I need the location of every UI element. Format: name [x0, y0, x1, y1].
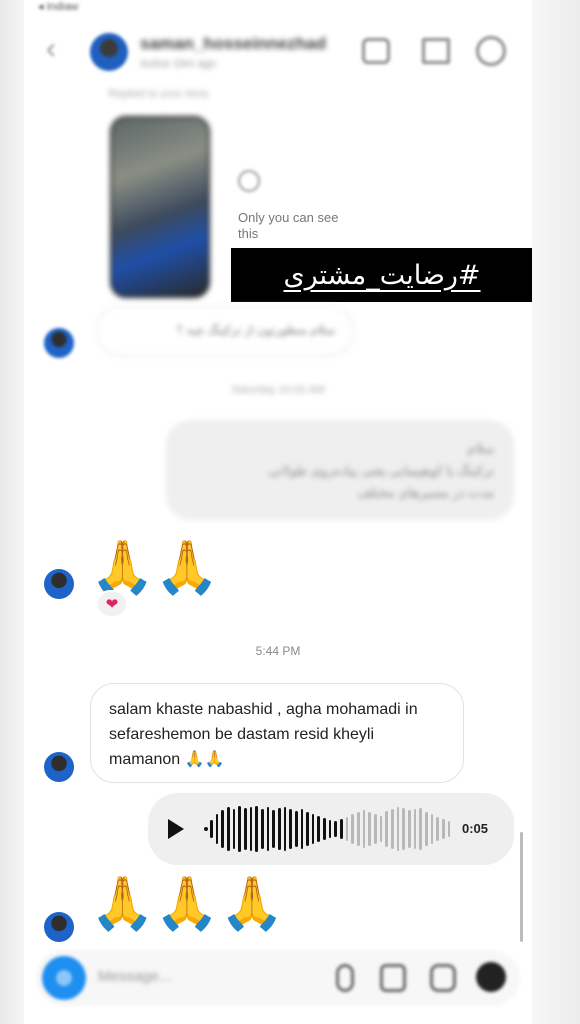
header-username[interactable]: saman_hosseinnezhad	[140, 34, 326, 54]
waveform-bar	[294, 811, 298, 847]
waveform[interactable]	[210, 803, 451, 855]
play-icon[interactable]	[168, 819, 184, 839]
waveform-bar	[226, 807, 230, 851]
waveform-bar	[232, 809, 236, 849]
mic-icon[interactable]	[336, 964, 354, 992]
voice-duration: 0:05	[462, 821, 489, 836]
story-reply-label: Replied to your story	[108, 88, 209, 100]
only-you-text: Only you can see this	[238, 210, 339, 241]
waveform-bar	[266, 807, 270, 851]
dm-thread-screen: ◂ Indiaw ‹ saman_hosseinnezhad Active 16…	[24, 0, 532, 1024]
hashtag-banner: #رضایت_مشتری	[231, 248, 532, 302]
message-line: ترکینگ یا کوهپیمایی یعنی پیاده‌روی طولان…	[267, 463, 494, 478]
waveform-bar	[289, 809, 292, 849]
waveform-bar	[368, 812, 372, 846]
avatar[interactable]	[44, 912, 74, 942]
waveform-bar	[430, 814, 434, 844]
avatar[interactable]	[44, 328, 74, 358]
waveform-bar	[306, 812, 309, 846]
waveform-bar	[379, 816, 383, 842]
waveform-bar	[351, 814, 355, 844]
camera-icon[interactable]	[42, 956, 86, 1000]
right-backdrop	[532, 0, 580, 1024]
message-bubble-incoming[interactable]: سلام منظورتون از ترکینگ چیه ؟	[96, 306, 354, 356]
waveform-bar	[260, 809, 264, 849]
header-avatar[interactable]	[90, 33, 128, 71]
waveform-bar	[441, 819, 445, 839]
message-line: سلام	[467, 441, 494, 456]
waveform-bar	[283, 807, 287, 851]
avatar[interactable]	[44, 569, 74, 599]
waveform-bar	[413, 809, 417, 849]
left-backdrop	[0, 0, 24, 1024]
praying-hands-message[interactable]: 🙏🙏	[90, 540, 220, 596]
waveform-bar	[328, 820, 332, 838]
waveform-bar	[255, 806, 258, 852]
waveform-bar	[374, 814, 377, 844]
waveform-bar	[317, 816, 321, 842]
praying-hands-message[interactable]: 🙏🙏🙏	[90, 876, 284, 932]
scrollbar[interactable]	[520, 832, 523, 942]
chevron-left-icon[interactable]: ‹	[46, 34, 56, 64]
info-icon[interactable]	[476, 36, 506, 66]
waveform-bar	[272, 810, 275, 848]
waveform-bar	[345, 817, 349, 841]
waveform-bar	[396, 807, 400, 851]
waveform-bar	[323, 818, 326, 840]
message-line: مدت در مسیرهای مختلف	[357, 485, 494, 500]
waveform-bar	[391, 809, 394, 849]
waveform-bar	[357, 812, 360, 846]
waveform-bar	[447, 821, 451, 837]
waveform-bar	[340, 819, 343, 839]
waveform-bar	[407, 810, 411, 848]
message-input[interactable]: Message...	[98, 968, 171, 985]
avatar[interactable]	[44, 752, 74, 782]
status-back-link[interactable]: ◂ Indiaw	[38, 0, 78, 13]
waveform-bar	[362, 810, 366, 848]
waveform-bar	[334, 821, 338, 837]
waveform-bar	[436, 817, 439, 841]
plus-icon[interactable]	[476, 962, 506, 992]
waveform-bar	[424, 812, 428, 846]
progress-dot	[204, 827, 208, 831]
header-active-status: Active 16m ago	[140, 58, 216, 70]
gallery-icon[interactable]	[380, 964, 406, 992]
heart-reaction-badge[interactable]: ❤	[96, 590, 128, 618]
waveform-bar	[300, 809, 304, 849]
voice-message[interactable]: 0:05	[148, 793, 514, 865]
waveform-bar	[311, 814, 315, 844]
waveform-bar	[238, 806, 241, 852]
video-icon[interactable]	[362, 38, 390, 64]
waveform-bar	[249, 807, 253, 851]
waveform-bar	[215, 814, 219, 844]
waveform-bar	[402, 808, 405, 850]
waveform-bar	[385, 811, 388, 847]
clock-icon	[238, 170, 260, 192]
flag-icon[interactable]	[422, 38, 450, 64]
waveform-bar	[210, 820, 213, 838]
sticker-icon[interactable]	[430, 964, 456, 992]
story-thumbnail[interactable]	[110, 116, 210, 298]
waveform-bar	[419, 808, 422, 850]
message-bubble-outgoing[interactable]: سلام ترکینگ یا کوهپیمایی یعنی پیاده‌روی …	[166, 420, 514, 520]
message-composer[interactable]: Message...	[36, 950, 520, 1006]
message-bubble-incoming[interactable]: salam khaste nabashid , agha mohamadi in…	[90, 683, 464, 783]
waveform-bar	[277, 808, 281, 850]
timestamp: Saturday 10:02 AM	[231, 384, 325, 396]
waveform-bar	[221, 810, 224, 848]
waveform-bar	[243, 808, 247, 850]
timestamp: 5:44 PM	[255, 644, 301, 658]
